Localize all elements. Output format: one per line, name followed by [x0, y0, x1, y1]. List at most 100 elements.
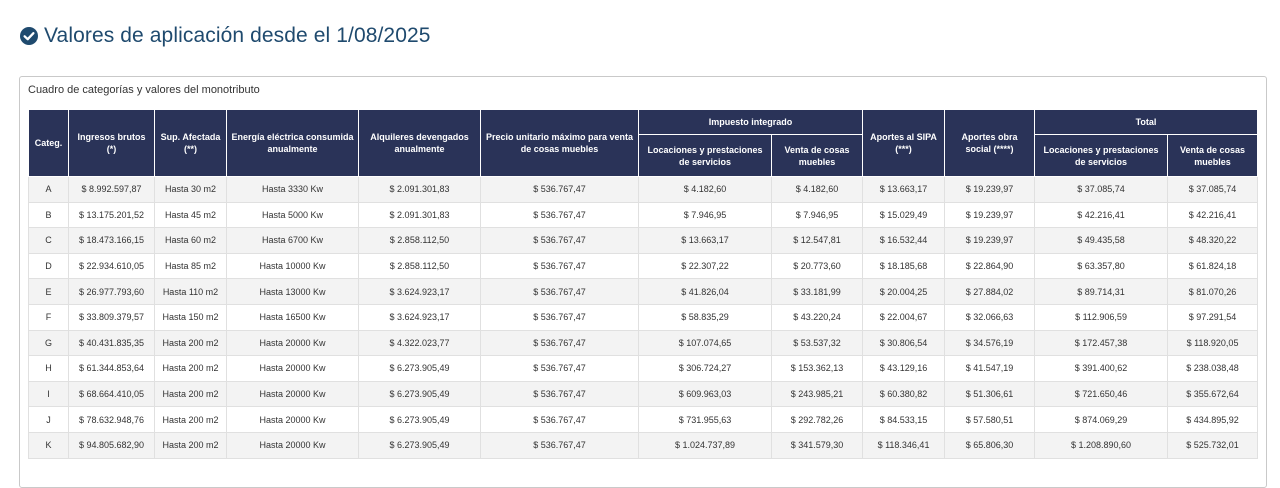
cell-imp-venta: $ 20.773,60	[770, 252, 864, 280]
cell-precio: $ 536.767,47	[480, 176, 639, 203]
cell-categ: E	[28, 278, 69, 305]
cell-categ: F	[28, 303, 69, 331]
cell-obra: $ 51.306,61	[944, 380, 1036, 408]
cell-ingresos: $ 78.632.948,76	[68, 406, 155, 433]
cell-sup: Hasta 150 m2	[154, 303, 227, 331]
cell-alquileres: $ 6.273.905,49	[358, 380, 481, 408]
check-circle-icon	[20, 27, 38, 45]
table-row: G $ 40.431.835,35 Hasta 200 m2 Hasta 20000 …	[28, 329, 1259, 357]
cell-precio: $ 536.767,47	[480, 406, 639, 433]
cell-imp-venta: $ 4.182,60	[770, 176, 864, 203]
table-caption: Cuadro de categorías y valores del monot…	[28, 84, 260, 96]
cell-categ: G	[28, 329, 69, 357]
cell-imp-locaciones: $ 1.024.737,89	[638, 431, 772, 459]
cell-energia: Hasta 16500 Kw	[226, 303, 359, 331]
cell-tot-locaciones: $ 721.650,46	[1034, 380, 1169, 408]
col-header-alquileres: Alquileres devengados anualmente	[358, 109, 481, 177]
col-header-imp-locaciones: Locaciones y prestaciones de servicios	[638, 134, 772, 177]
cell-tot-venta: $ 118.920,05	[1167, 329, 1259, 357]
col-header-categ: Categ.	[28, 109, 69, 177]
table-row: F $ 33.809.379,57 Hasta 150 m2 Hasta 16500 …	[28, 303, 1259, 331]
cell-imp-locaciones: $ 13.663,17	[638, 227, 772, 254]
cell-tot-locaciones: $ 37.085,74	[1034, 176, 1169, 203]
table-row: C $ 18.473.166,15 Hasta 60 m2 Hasta 6700 Kw…	[28, 227, 1259, 254]
cell-tot-venta: $ 37.085,74	[1167, 176, 1259, 203]
cell-ingresos: $ 68.664.410,05	[68, 380, 155, 408]
cell-sipa: $ 30.806,54	[862, 329, 946, 357]
cell-precio: $ 536.767,47	[480, 329, 639, 357]
cell-sipa: $ 60.380,82	[862, 380, 946, 408]
cell-alquileres: $ 6.273.905,49	[358, 431, 481, 459]
cell-ingresos: $ 13.175.201,52	[68, 201, 155, 229]
cell-imp-venta: $ 153.362,13	[770, 355, 864, 382]
cell-categ: I	[28, 380, 69, 408]
cell-energia: Hasta 20000 Kw	[226, 406, 359, 433]
cell-sup: Hasta 200 m2	[154, 380, 227, 408]
cell-sipa: $ 16.532,44	[862, 227, 946, 254]
cell-categ: J	[28, 406, 69, 433]
cell-tot-locaciones: $ 391.400,62	[1034, 355, 1169, 382]
cell-precio: $ 536.767,47	[480, 380, 639, 408]
cell-alquileres: $ 2.091.301,83	[358, 176, 481, 203]
cell-imp-locaciones: $ 306.724,27	[638, 355, 772, 382]
cell-categ: K	[28, 431, 69, 459]
cell-sup: Hasta 60 m2	[154, 227, 227, 254]
cell-imp-venta: $ 243.985,21	[770, 380, 864, 408]
cell-imp-venta: $ 292.782,26	[770, 406, 864, 433]
page-header: Valores de aplicación desde el 1/08/2025	[20, 24, 431, 48]
cell-imp-venta: $ 341.579,30	[770, 431, 864, 459]
cell-alquileres: $ 3.624.923,17	[358, 303, 481, 331]
cell-categ: B	[28, 201, 69, 229]
col-header-tot-venta: Venta de cosas muebles	[1167, 134, 1259, 177]
cell-imp-locaciones: $ 22.307,22	[638, 252, 772, 280]
cell-categ: D	[28, 252, 69, 280]
cell-tot-locaciones: $ 89.714,31	[1034, 278, 1169, 305]
cell-tot-venta: $ 238.038,48	[1167, 355, 1259, 382]
cell-alquileres: $ 6.273.905,49	[358, 355, 481, 382]
cell-obra: $ 19.239,97	[944, 227, 1036, 254]
cell-obra: $ 57.580,51	[944, 406, 1036, 433]
cell-ingresos: $ 94.805.682,90	[68, 431, 155, 459]
cell-energia: Hasta 20000 Kw	[226, 380, 359, 408]
table-row: E $ 26.977.793,60 Hasta 110 m2 Hasta 13000 …	[28, 278, 1259, 305]
table-row: J $ 78.632.948,76 Hasta 200 m2 Hasta 20000 …	[28, 406, 1259, 433]
cell-obra: $ 34.576,19	[944, 329, 1036, 357]
cell-sup: Hasta 110 m2	[154, 278, 227, 305]
cell-tot-locaciones: $ 874.069,29	[1034, 406, 1169, 433]
cell-imp-locaciones: $ 41.826,04	[638, 278, 772, 305]
cell-ingresos: $ 8.992.597,87	[68, 176, 155, 203]
cell-energia: Hasta 3330 Kw	[226, 176, 359, 203]
cell-tot-venta: $ 434.895,92	[1167, 406, 1259, 433]
cell-energia: Hasta 6700 Kw	[226, 227, 359, 254]
cell-ingresos: $ 40.431.835,35	[68, 329, 155, 357]
cell-imp-locaciones: $ 731.955,63	[638, 406, 772, 433]
cell-sipa: $ 43.129,16	[862, 355, 946, 382]
col-header-energia: Energía eléctrica consumida anualmente	[226, 109, 359, 177]
cell-sup: Hasta 200 m2	[154, 431, 227, 459]
cell-precio: $ 536.767,47	[480, 227, 639, 254]
cell-imp-venta: $ 7.946,95	[770, 201, 864, 229]
cell-precio: $ 536.767,47	[480, 303, 639, 331]
cell-imp-locaciones: $ 7.946,95	[638, 201, 772, 229]
table-row: H $ 61.344.853,64 Hasta 200 m2 Hasta 20000 …	[28, 355, 1259, 382]
cell-imp-locaciones: $ 4.182,60	[638, 176, 772, 203]
cell-precio: $ 536.767,47	[480, 278, 639, 305]
table-panel: Cuadro de categorías y valores del monot…	[19, 76, 1267, 488]
cell-sipa: $ 22.004,67	[862, 303, 946, 331]
cell-tot-locaciones: $ 112.906,59	[1034, 303, 1169, 331]
table-row: B $ 13.175.201,52 Hasta 45 m2 Hasta 5000 Kw…	[28, 201, 1259, 229]
cell-obra: $ 19.239,97	[944, 176, 1036, 203]
cell-sup: Hasta 200 m2	[154, 406, 227, 433]
monotributo-table: Categ. Ingresos brutos (*) Sup. Afectada…	[28, 109, 1259, 459]
table-row: I $ 68.664.410,05 Hasta 200 m2 Hasta 20000 …	[28, 380, 1259, 408]
col-header-imp-venta: Venta de cosas muebles	[770, 134, 864, 177]
cell-sipa: $ 15.029,49	[862, 201, 946, 229]
cell-precio: $ 536.767,47	[480, 252, 639, 280]
cell-ingresos: $ 26.977.793,60	[68, 278, 155, 305]
cell-obra: $ 41.547,19	[944, 355, 1036, 382]
cell-tot-venta: $ 61.824,18	[1167, 252, 1259, 280]
cell-imp-locaciones: $ 58.835,29	[638, 303, 772, 331]
col-header-sup: Sup. Afectada (**)	[154, 109, 227, 177]
cell-ingresos: $ 18.473.166,15	[68, 227, 155, 254]
cell-tot-venta: $ 97.291,54	[1167, 303, 1259, 331]
